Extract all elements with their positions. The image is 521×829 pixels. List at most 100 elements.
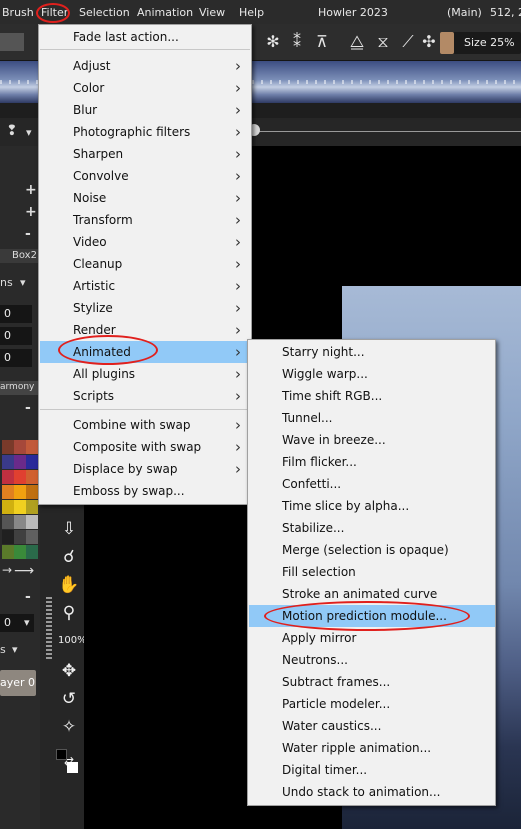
filter-item-displace-by-swap[interactable]: Displace by swap › xyxy=(40,458,251,480)
palette-swatch[interactable] xyxy=(14,515,26,529)
filter-item-emboss-by-swap[interactable]: Emboss by swap... xyxy=(40,480,251,502)
animated-item-film-flicker[interactable]: Film flicker... xyxy=(249,451,495,473)
brush-dropdown[interactable] xyxy=(0,33,24,51)
slider-track[interactable] xyxy=(252,131,521,132)
zoom-tool-icon[interactable]: ⚲ xyxy=(58,602,80,624)
animated-item-particle-modeler[interactable]: Particle modeler... xyxy=(249,693,495,715)
filter-item-color[interactable]: Color › xyxy=(40,77,251,99)
palette-swatch[interactable] xyxy=(14,530,26,544)
color-palette[interactable] xyxy=(0,440,40,560)
animated-item-subtract-frames[interactable]: Subtract frames... xyxy=(249,671,495,693)
harmony-label[interactable]: armony xyxy=(0,382,34,392)
palette-swatch[interactable] xyxy=(14,440,26,454)
palette-swatch[interactable] xyxy=(26,470,38,484)
animated-item-time-slice-by-alpha[interactable]: Time slice by alpha... xyxy=(249,495,495,517)
filter-item-combine-with-swap[interactable]: Combine with swap › xyxy=(40,414,251,436)
param-field-2[interactable]: 0 xyxy=(0,327,32,345)
palette-swatch[interactable] xyxy=(26,440,38,454)
animated-item-water-caustics[interactable]: Water caustics... xyxy=(249,715,495,737)
pin-icon[interactable]: ❢ xyxy=(6,123,18,139)
menu-view[interactable]: View xyxy=(199,6,225,19)
param-field-1[interactable]: 0 xyxy=(0,305,32,323)
filter-item-animated[interactable]: Animated › xyxy=(40,341,251,363)
animated-item-apply-mirror[interactable]: Apply mirror xyxy=(249,627,495,649)
layer-label[interactable]: ayer 0 xyxy=(0,676,35,689)
filter-item-cleanup[interactable]: Cleanup › xyxy=(40,253,251,275)
minus-icon-2[interactable]: - xyxy=(25,400,31,416)
palette-swatch[interactable] xyxy=(2,485,14,499)
move-tool-icon[interactable]: ✥ xyxy=(58,660,80,682)
spray-tool-icon[interactable]: ⁑ xyxy=(286,31,308,53)
filter-item-transform[interactable]: Transform › xyxy=(40,209,251,231)
asterisk-tool-icon[interactable]: ✻ xyxy=(262,31,284,53)
palette-swatch[interactable] xyxy=(26,545,38,559)
pin-dropdown-icon[interactable]: ▾ xyxy=(26,126,32,139)
mirror-tool-icon[interactable]: ⧋ xyxy=(346,31,368,53)
animated-item-neutrons[interactable]: Neutrons... xyxy=(249,649,495,671)
rotate-tool-icon[interactable]: ↺ xyxy=(58,688,80,710)
pointer-tool-icon[interactable]: ⇩ xyxy=(58,518,80,540)
minus-icon-1[interactable]: - xyxy=(25,226,31,242)
mode-dropdown-icon[interactable]: ▾ xyxy=(20,276,26,289)
filter-item-all-plugins[interactable]: All plugins › xyxy=(40,363,251,385)
layer-field-dropdown-icon[interactable]: ▾ xyxy=(24,616,30,629)
animated-item-wiggle-warp[interactable]: Wiggle warp... xyxy=(249,363,495,385)
palette-swatch[interactable] xyxy=(26,500,38,514)
background-color-swatch[interactable] xyxy=(67,762,78,773)
filter-item-artistic[interactable]: Artistic › xyxy=(40,275,251,297)
palette-swatch[interactable] xyxy=(14,545,26,559)
animated-item-confetti[interactable]: Confetti... xyxy=(249,473,495,495)
animated-item-digital-timer[interactable]: Digital timer... xyxy=(249,759,495,781)
mode-label[interactable]: ns xyxy=(0,276,13,289)
palette-swatch[interactable] xyxy=(26,530,38,544)
filter-item-scripts[interactable]: Scripts › xyxy=(40,385,251,407)
animated-item-motion-prediction-module[interactable]: Motion prediction module... xyxy=(249,605,495,627)
add-icon-1[interactable]: + xyxy=(25,182,37,198)
palette-swatch[interactable] xyxy=(26,455,38,469)
filter-item-render[interactable]: Render › xyxy=(40,319,251,341)
animated-item-stroke-an-animated-curve[interactable]: Stroke an animated curve xyxy=(249,583,495,605)
palette-swatch[interactable] xyxy=(14,500,26,514)
menu-help[interactable]: Help xyxy=(239,6,264,19)
filter-item-noise[interactable]: Noise › xyxy=(40,187,251,209)
palette-swatch[interactable] xyxy=(2,515,14,529)
palette-swatch[interactable] xyxy=(2,530,14,544)
brush-color-swatch[interactable] xyxy=(440,32,454,54)
stamp-tool-icon[interactable]: ⊼ xyxy=(311,31,333,53)
animated-item-fill-selection[interactable]: Fill selection xyxy=(249,561,495,583)
mirror-angle-icon[interactable]: ⟋ xyxy=(397,31,419,53)
animated-item-stabilize[interactable]: Stabilize... xyxy=(249,517,495,539)
menu-brush[interactable]: Brush xyxy=(2,6,34,19)
lasso-tool-icon[interactable]: ☌ xyxy=(58,546,80,568)
menu-filter[interactable]: Filter xyxy=(41,6,68,19)
minus-icon-3[interactable]: - xyxy=(25,589,31,605)
palette-swatch[interactable] xyxy=(2,545,14,559)
animated-item-wave-in-breeze[interactable]: Wave in breeze... xyxy=(249,429,495,451)
palette-swatch[interactable] xyxy=(14,470,26,484)
filter-item-composite-with-swap[interactable]: Composite with swap › xyxy=(40,436,251,458)
filter-item-stylize[interactable]: Stylize › xyxy=(40,297,251,319)
menu-selection[interactable]: Selection xyxy=(79,6,130,19)
animated-item-water-ripple-animation[interactable]: Water ripple animation... xyxy=(249,737,495,759)
add-icon-2[interactable]: + xyxy=(25,204,37,220)
palette-swatch[interactable] xyxy=(26,515,38,529)
param-field-3[interactable]: 0 xyxy=(0,349,32,367)
transform-tool-icon[interactable]: ✧ xyxy=(58,716,80,738)
filter-item-convolve[interactable]: Convolve › xyxy=(40,165,251,187)
filter-item-photographic-filters[interactable]: Photographic filters › xyxy=(40,121,251,143)
animated-item-time-shift-rgb[interactable]: Time shift RGB... xyxy=(249,385,495,407)
palette-swatch[interactable] xyxy=(14,485,26,499)
animated-item-starry-night[interactable]: Starry night... xyxy=(249,341,495,363)
filter-item-blur[interactable]: Blur › xyxy=(40,99,251,121)
palette-swatch[interactable] xyxy=(2,440,14,454)
swap-arrows-icon[interactable]: → xyxy=(2,563,12,577)
filter-item-sharpen[interactable]: Sharpen › xyxy=(40,143,251,165)
palette-swatch[interactable] xyxy=(26,485,38,499)
filter-item-adjust[interactable]: Adjust › xyxy=(40,55,251,77)
menu-animation[interactable]: Animation xyxy=(137,6,193,19)
section-label[interactable]: s xyxy=(0,643,6,656)
animated-item-merge-selection-is-opaque[interactable]: Merge (selection is opaque) xyxy=(249,539,495,561)
animated-item-tunnel[interactable]: Tunnel... xyxy=(249,407,495,429)
palette-swatch[interactable] xyxy=(2,470,14,484)
filter-item-video[interactable]: Video › xyxy=(40,231,251,253)
